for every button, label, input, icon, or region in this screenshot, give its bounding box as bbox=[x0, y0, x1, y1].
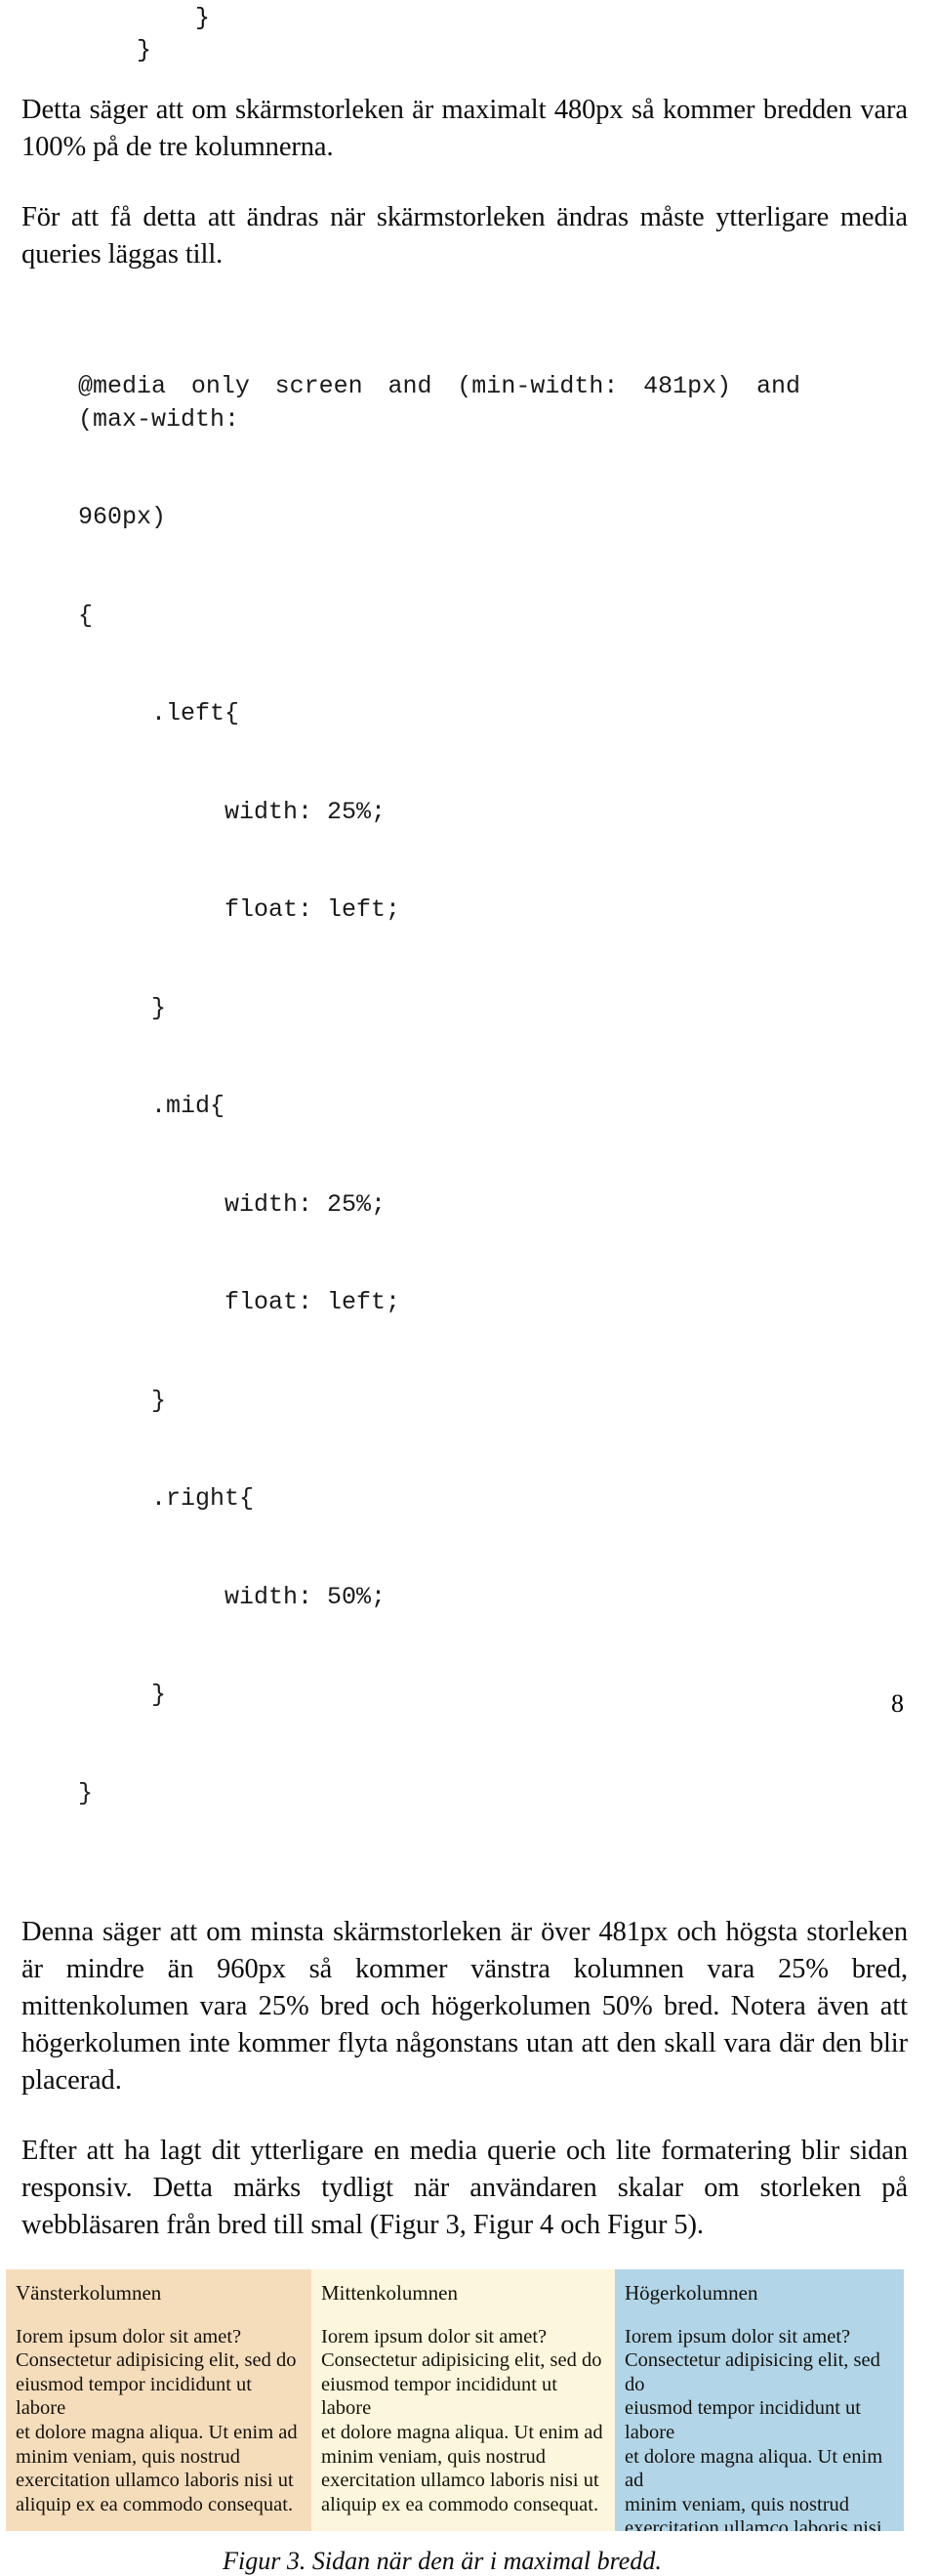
code-line-7: } bbox=[78, 993, 167, 1022]
figure-column-right-body: Iorem ipsum dolor sit amet? Consectetur … bbox=[625, 2325, 883, 2531]
code-line-10: float: left; bbox=[78, 1288, 401, 1316]
paragraph-4: Efter att ha lagt dit ytterligare en med… bbox=[21, 2136, 908, 2240]
code-line-5: width: 25%; bbox=[78, 797, 387, 826]
paragraph-2: För att få detta att ändras när skärmsto… bbox=[21, 202, 908, 270]
code-line-14: } bbox=[78, 1681, 167, 1709]
page-number: 8 bbox=[891, 1689, 904, 1718]
figure-3-screenshot: Vänsterkolumnen Iorem ipsum dolor sit am… bbox=[6, 2269, 904, 2531]
figure-column-left-body: Iorem ipsum dolor sit amet? Consectetur … bbox=[16, 2325, 298, 2515]
figure-3-caption: Figur 3. Sidan när den är i maximal bred… bbox=[223, 2547, 662, 2575]
code-line-9: width: 25%; bbox=[78, 1189, 387, 1219]
css-code-block: @media only screen and (min-width: 481px… bbox=[0, 305, 937, 1875]
code-line-15: } bbox=[78, 1778, 94, 1807]
code-line-11: } bbox=[78, 1386, 167, 1415]
code-line-13: width: 50%; bbox=[78, 1582, 387, 1611]
paragraph-1: Detta säger att om skärmstorleken är max… bbox=[21, 95, 908, 162]
figure-column-left-title: Vänsterkolumnen bbox=[16, 2281, 162, 2305]
figure-column-middle-title: Mittenkolumnen bbox=[321, 2281, 458, 2305]
code-line-3: { bbox=[78, 601, 94, 630]
code-line-1: @media only screen and (min-width: 481px… bbox=[78, 372, 800, 434]
code-line-8: .mid{ bbox=[78, 1092, 225, 1120]
figure-column-right-title: Högerkolumnen bbox=[625, 2281, 758, 2305]
code-line-2: 960px) bbox=[78, 503, 167, 531]
figure-column-middle-body: Iorem ipsum dolor sit amet? Consectetur … bbox=[321, 2325, 603, 2515]
figure-column-left: Vänsterkolumnen Iorem ipsum dolor sit am… bbox=[6, 2269, 311, 2531]
paragraph-3: Denna säger att om minsta skärmstorleken… bbox=[21, 1917, 908, 2096]
code-line-12: .right{ bbox=[78, 1484, 255, 1513]
figure-3: Vänsterkolumnen Iorem ipsum dolor sit am… bbox=[0, 2269, 937, 2576]
code-line-6: float: left; bbox=[78, 895, 401, 924]
document-page: } } Detta säger att om skärmstorleken är… bbox=[0, 0, 937, 2575]
code-tail-line-1: } bbox=[78, 4, 211, 32]
code-line-4: .left{ bbox=[78, 699, 240, 727]
figure-column-right: Högerkolumnen Iorem ipsum dolor sit amet… bbox=[615, 2269, 904, 2531]
figure-column-middle: Mittenkolumnen Iorem ipsum dolor sit ame… bbox=[311, 2269, 615, 2531]
previous-code-block-tail: } } bbox=[0, 0, 937, 66]
code-tail-line-2: } bbox=[78, 36, 152, 64]
